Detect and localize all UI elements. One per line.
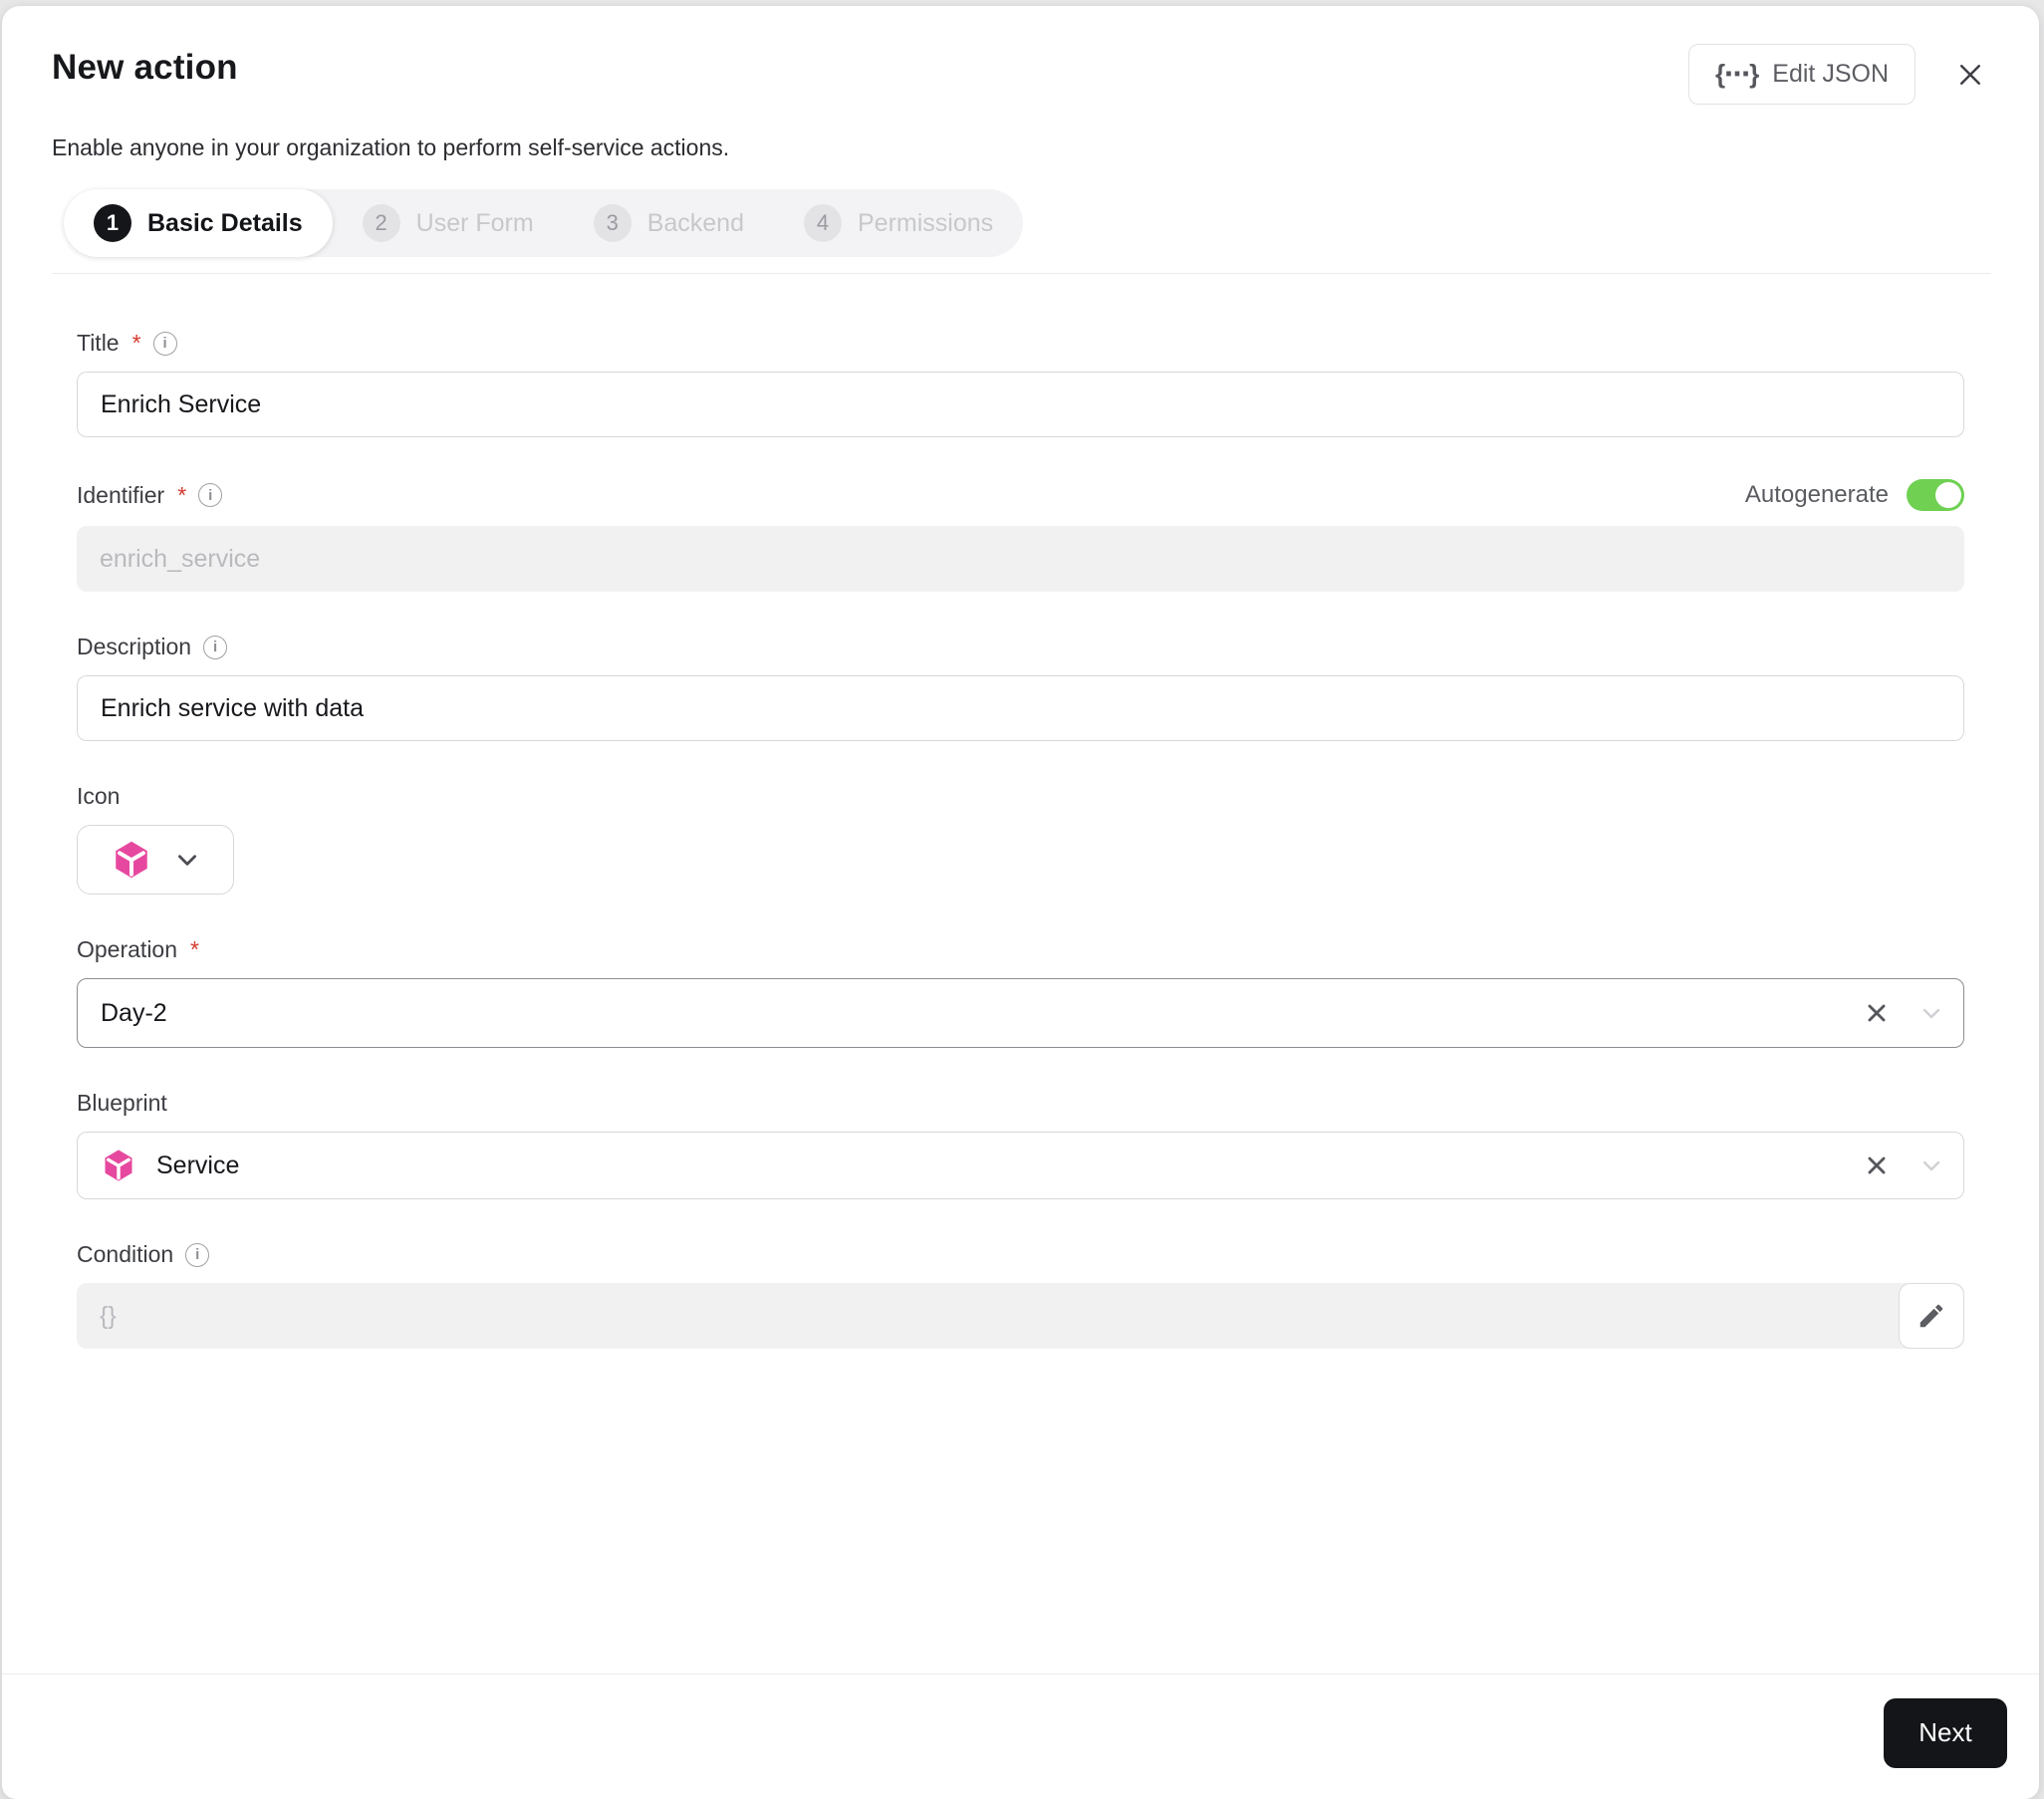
required-asterisk: * (190, 936, 199, 962)
step-number: 2 (362, 204, 400, 242)
required-asterisk: * (131, 330, 141, 356)
info-icon: i (152, 331, 177, 356)
step-number: 1 (94, 204, 131, 242)
operation-value: Day-2 (101, 998, 167, 1027)
close-icon (1960, 64, 1980, 85)
required-asterisk: * (177, 481, 187, 508)
step-backend[interactable]: 3 Backend (564, 189, 774, 257)
step-label: User Form (415, 208, 534, 237)
info-icon: i (185, 1242, 210, 1267)
step-number: 3 (593, 204, 632, 242)
modal-footer: Next (2, 1673, 2039, 1799)
page-title: New action (52, 48, 238, 87)
chevron-down-icon[interactable] (1919, 1001, 1943, 1025)
autogenerate-label: Autogenerate (1744, 481, 1889, 508)
description-field-group: Description i (77, 634, 1964, 741)
step-permissions[interactable]: 4 Permissions (774, 189, 1023, 257)
icon-picker-button[interactable] (77, 825, 234, 895)
blueprint-select[interactable]: Service (77, 1132, 1964, 1199)
step-basic-details[interactable]: 1 Basic Details (64, 189, 333, 257)
icon-field-group: Icon (77, 783, 1964, 895)
clear-x-icon (1868, 1156, 1886, 1174)
title-field-group: Title * i (77, 330, 1964, 437)
blueprint-value: Service (156, 1151, 240, 1179)
blueprint-clear-button[interactable] (1860, 1149, 1894, 1182)
step-user-form[interactable]: 2 User Form (333, 189, 564, 257)
autogenerate-toggle[interactable] (1907, 479, 1964, 511)
condition-label: Condition (77, 1241, 174, 1267)
condition-field-group: Condition i {} (77, 1241, 1964, 1349)
description-label: Description (77, 634, 192, 659)
blueprint-label: Blueprint (77, 1090, 167, 1116)
modal-subtitle: Enable anyone in your organization to pe… (52, 134, 730, 160)
operation-field-group: Operation * Day-2 (77, 936, 1964, 1048)
pink-cube-icon (105, 1150, 132, 1181)
info-icon: i (203, 635, 228, 659)
condition-value: {} (100, 1301, 117, 1330)
modal-header: New action {⋯} Edit JSON Enable anyone i… (2, 6, 2039, 274)
clear-x-icon (1868, 1004, 1886, 1022)
code-braces-icon: {⋯} (1715, 59, 1759, 89)
blueprint-field-group: Blueprint Service (77, 1090, 1964, 1199)
operation-select[interactable]: Day-2 (77, 978, 1964, 1048)
icon-label: Icon (77, 783, 121, 809)
close-button[interactable] (1949, 54, 1991, 96)
identifier-input[interactable] (77, 526, 1964, 592)
form-body: Title * i Identifier * i Autogenerate (2, 274, 2039, 1673)
condition-edit-button[interactable] (1899, 1283, 1964, 1349)
title-input[interactable] (77, 372, 1964, 437)
identifier-field-group: Identifier * i Autogenerate (77, 479, 1964, 592)
new-action-modal: New action {⋯} Edit JSON Enable anyone i… (2, 6, 2039, 1799)
step-label: Permissions (858, 208, 994, 237)
edit-json-label: Edit JSON (1772, 60, 1889, 88)
pencil-icon (1919, 1304, 1943, 1328)
operation-label: Operation (77, 936, 178, 962)
condition-value-box: {} (77, 1283, 1964, 1349)
header-divider (52, 273, 1991, 274)
description-input[interactable] (77, 675, 1964, 741)
step-label: Backend (646, 208, 744, 237)
identifier-label: Identifier (77, 481, 165, 508)
next-button[interactable]: Next (1884, 1697, 2007, 1768)
edit-json-button[interactable]: {⋯} Edit JSON (1688, 44, 1916, 105)
chevron-down-icon (178, 855, 196, 866)
title-label: Title (77, 330, 120, 356)
chevron-down-icon[interactable] (1919, 1154, 1943, 1177)
step-number: 4 (804, 204, 842, 242)
stepper: 1 Basic Details 2 User Form 3 Backend 4 … (64, 189, 1024, 257)
operation-clear-button[interactable] (1860, 996, 1894, 1030)
info-icon: i (198, 483, 223, 507)
step-label: Basic Details (147, 208, 303, 237)
pink-cube-icon (116, 841, 147, 879)
